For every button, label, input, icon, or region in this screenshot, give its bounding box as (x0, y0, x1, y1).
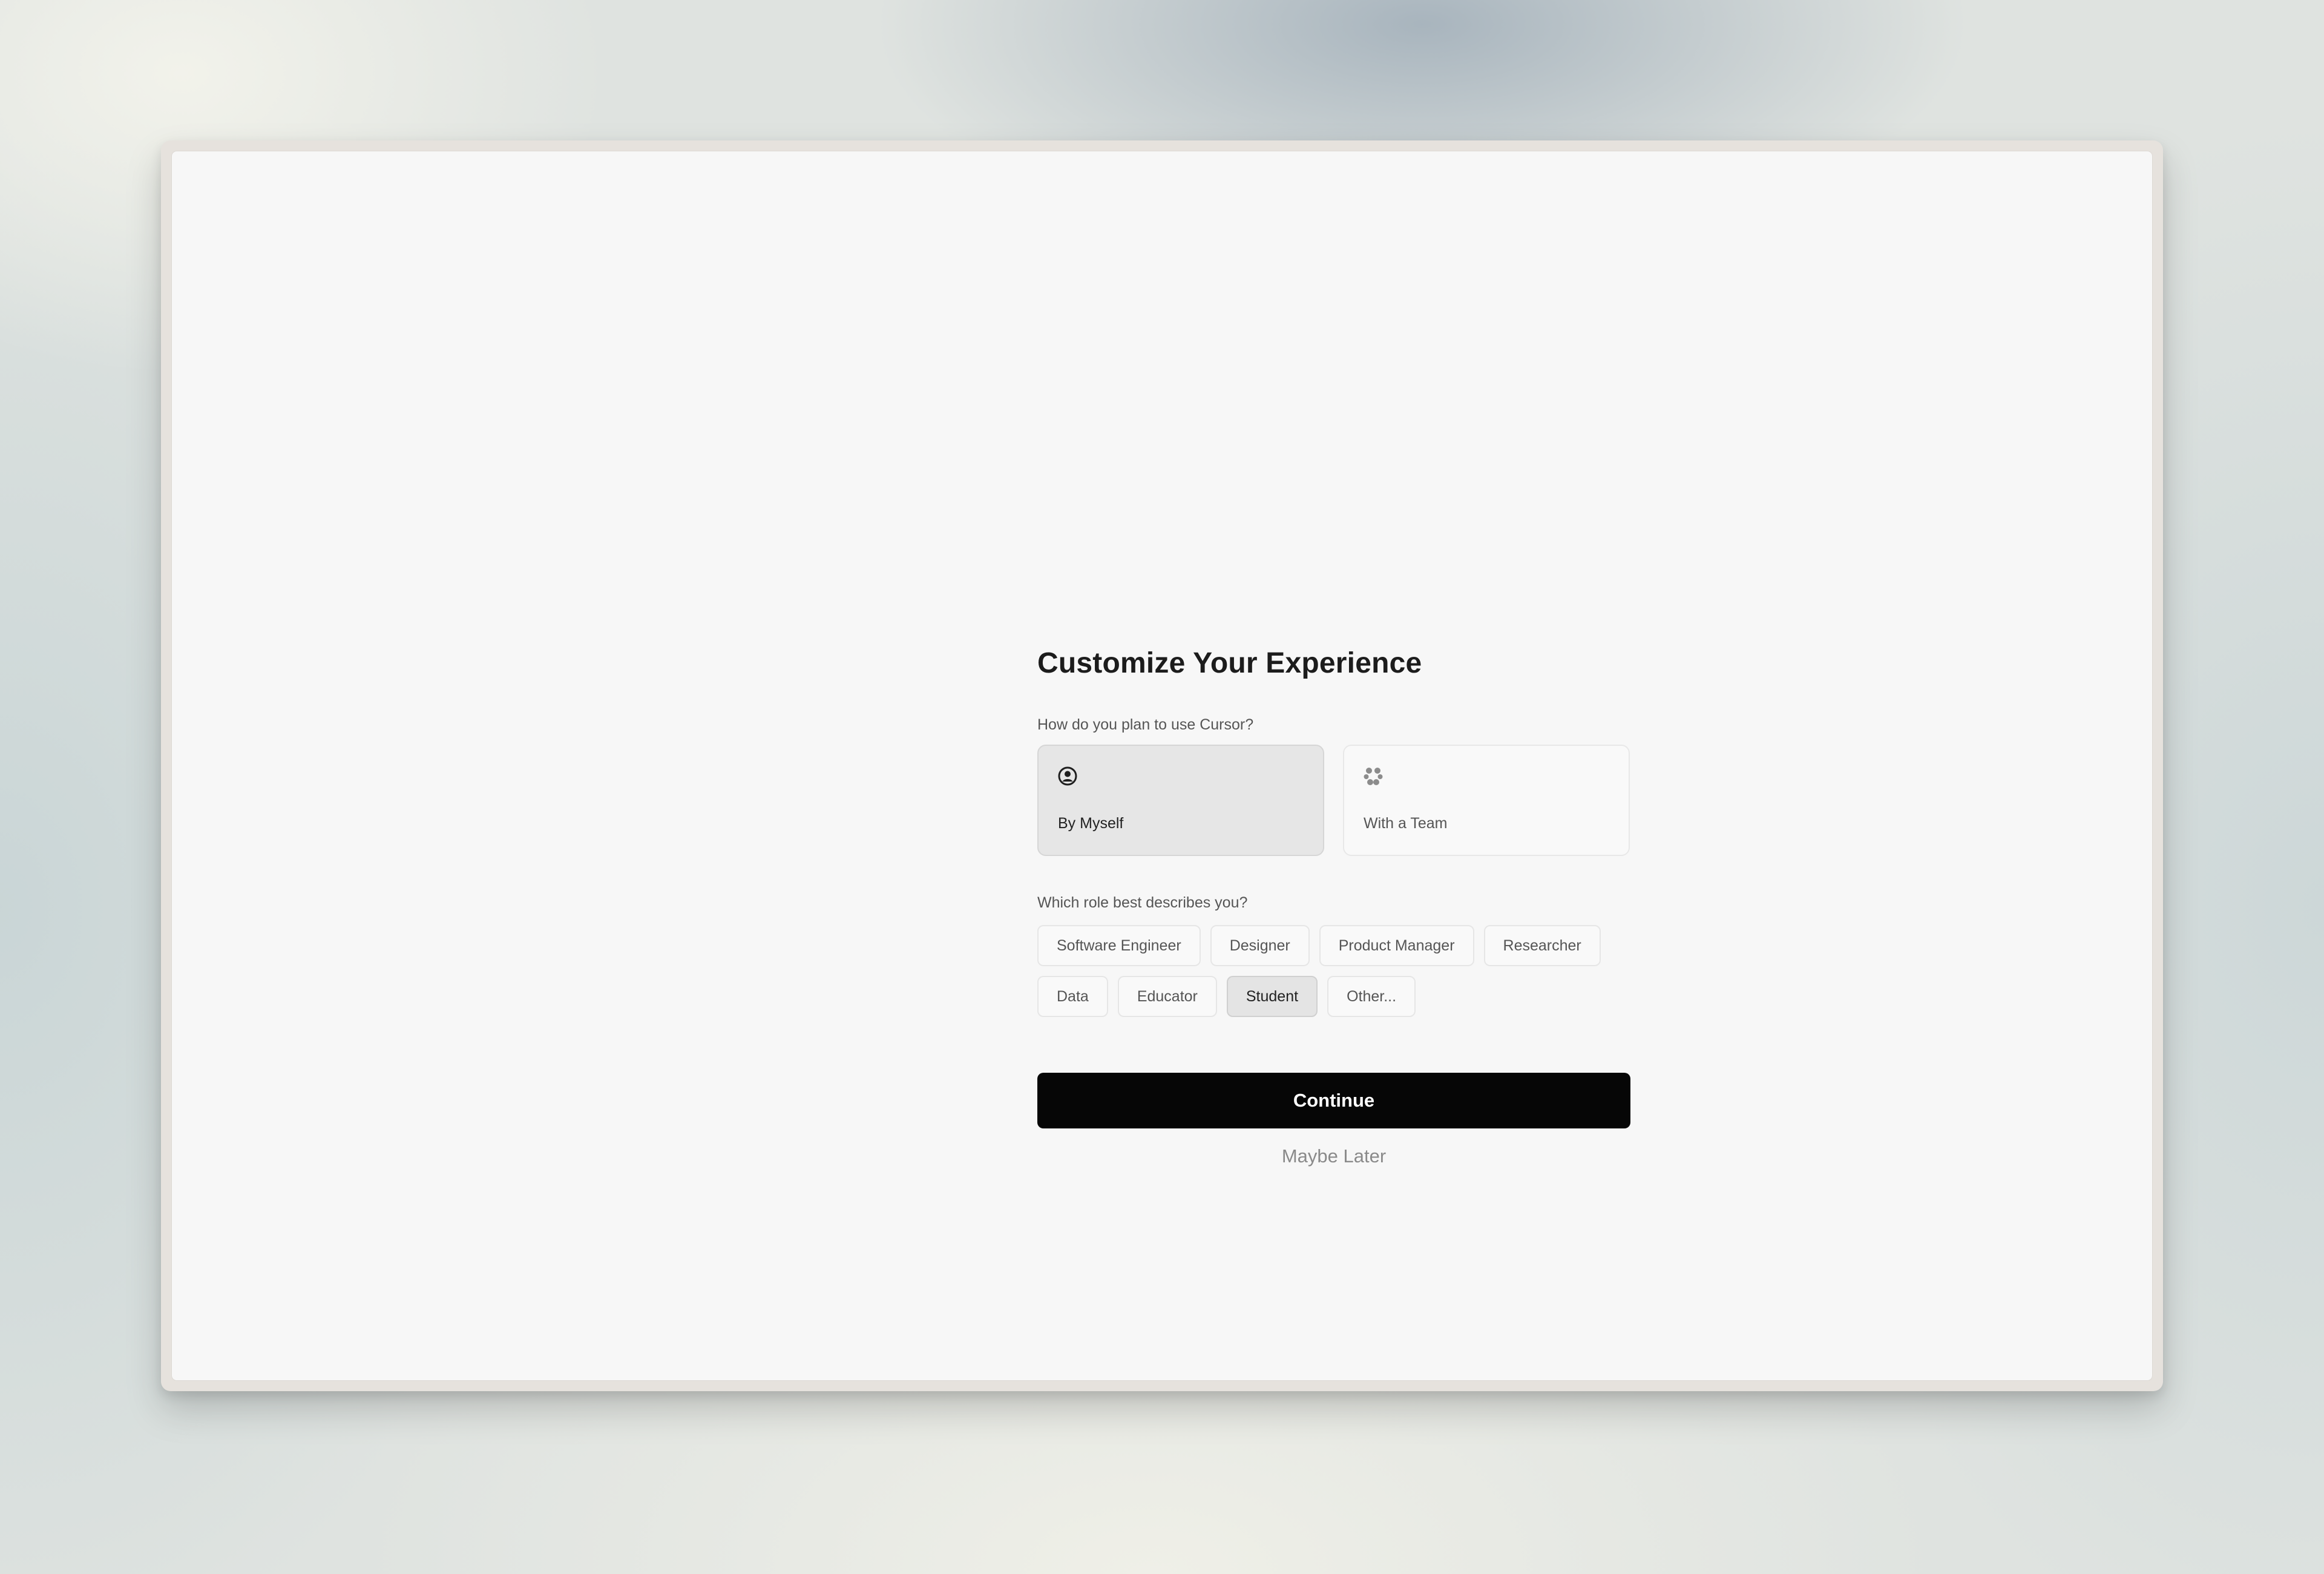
maybe-later-link[interactable]: Maybe Later (1037, 1145, 1630, 1167)
team-icon (1362, 765, 1384, 787)
onboarding-panel: Customize Your Experience How do you pla… (1037, 647, 1630, 1167)
role-chip-software-engineer[interactable]: Software Engineer (1037, 925, 1201, 966)
role-options: Software Engineer Designer Product Manag… (1037, 925, 1630, 1017)
role-chip-educator[interactable]: Educator (1117, 976, 1217, 1017)
role-chip-product-manager[interactable]: Product Manager (1319, 925, 1474, 966)
user-circle-icon (1057, 765, 1078, 787)
usage-question: How do you plan to use Cursor? (1037, 716, 1254, 733)
continue-button[interactable]: Continue (1037, 1073, 1630, 1128)
role-question: Which role best describes you? (1037, 894, 1248, 911)
role-chip-student[interactable]: Student (1226, 976, 1318, 1017)
role-chip-data[interactable]: Data (1037, 976, 1108, 1017)
role-chip-researcher[interactable]: Researcher (1483, 925, 1601, 966)
role-chip-designer[interactable]: Designer (1210, 925, 1310, 966)
app-window: Customize Your Experience How do you pla… (172, 151, 2152, 1380)
role-chip-other[interactable]: Other... (1327, 976, 1416, 1017)
usage-option-by-myself[interactable]: By Myself (1037, 745, 1324, 856)
usage-option-label: With a Team (1364, 815, 1448, 832)
usage-option-label: By Myself (1058, 815, 1124, 832)
page-title: Customize Your Experience (1037, 647, 1422, 679)
usage-options: By Myself With a Team (1037, 745, 1630, 856)
usage-option-with-a-team[interactable]: With a Team (1343, 745, 1630, 856)
app-window-frame: Customize Your Experience How do you pla… (161, 140, 2163, 1391)
